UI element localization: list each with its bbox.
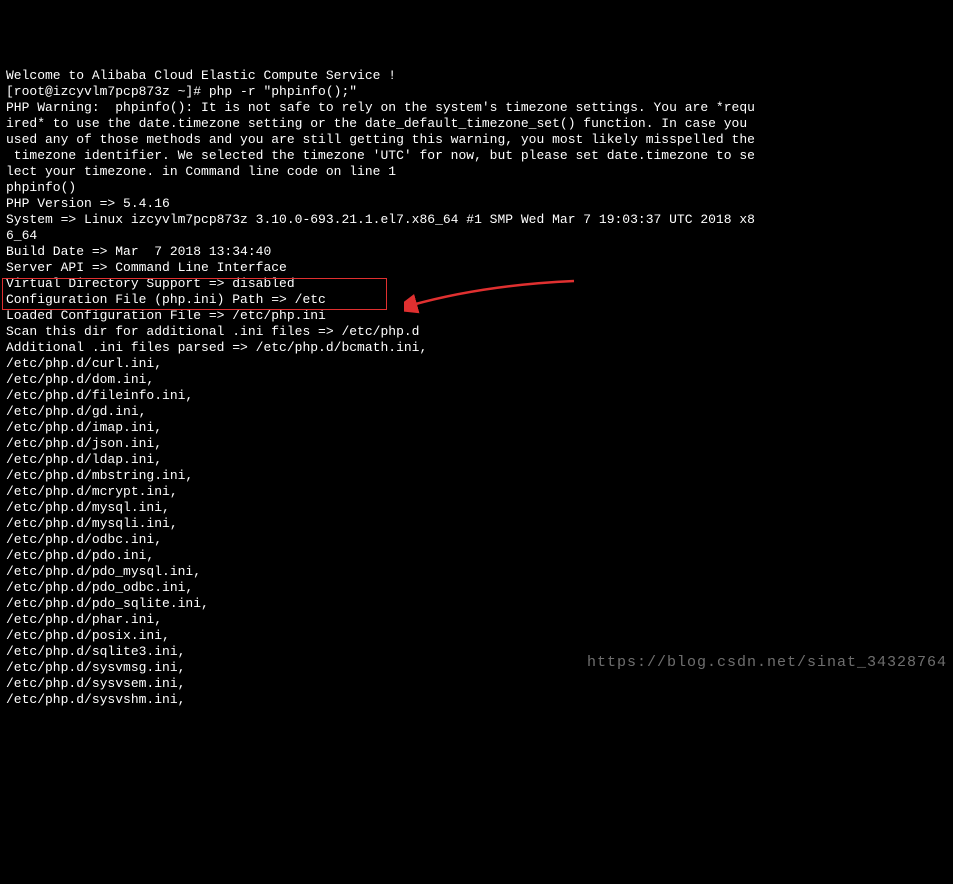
watermark-text: https://blog.csdn.net/sinat_34328764 <box>587 655 947 671</box>
terminal-line: /etc/php.d/curl.ini, <box>6 356 947 372</box>
terminal-line: Welcome to Alibaba Cloud Elastic Compute… <box>6 68 947 84</box>
terminal-output[interactable]: Welcome to Alibaba Cloud Elastic Compute… <box>6 68 947 708</box>
terminal-line: PHP Version => 5.4.16 <box>6 196 947 212</box>
terminal-line: /etc/php.d/posix.ini, <box>6 628 947 644</box>
terminal-line: /etc/php.d/pdo_odbc.ini, <box>6 580 947 596</box>
terminal-line: /etc/php.d/pdo_mysql.ini, <box>6 564 947 580</box>
terminal-line: 6_64 <box>6 228 947 244</box>
terminal-line: /etc/php.d/phar.ini, <box>6 612 947 628</box>
terminal-line: Build Date => Mar 7 2018 13:34:40 <box>6 244 947 260</box>
terminal-line: Configuration File (php.ini) Path => /et… <box>6 292 947 308</box>
terminal-line: ired* to use the date.timezone setting o… <box>6 116 947 132</box>
terminal-line: /etc/php.d/ldap.ini, <box>6 452 947 468</box>
terminal-line: [root@izcyvlm7pcp873z ~]# php -r "phpinf… <box>6 84 947 100</box>
terminal-line: /etc/php.d/sysvshm.ini, <box>6 692 947 708</box>
terminal-line: /etc/php.d/pdo_sqlite.ini, <box>6 596 947 612</box>
terminal-line: PHP Warning: phpinfo(): It is not safe t… <box>6 100 947 116</box>
terminal-line: /etc/php.d/mysql.ini, <box>6 500 947 516</box>
terminal-line: /etc/php.d/sysvsem.ini, <box>6 676 947 692</box>
terminal-line: /etc/php.d/json.ini, <box>6 436 947 452</box>
terminal-line: /etc/php.d/fileinfo.ini, <box>6 388 947 404</box>
terminal-line: /etc/php.d/mcrypt.ini, <box>6 484 947 500</box>
terminal-line: /etc/php.d/mbstring.ini, <box>6 468 947 484</box>
terminal-line: lect your timezone. in Command line code… <box>6 164 947 180</box>
terminal-line: /etc/php.d/dom.ini, <box>6 372 947 388</box>
terminal-line: phpinfo() <box>6 180 947 196</box>
terminal-line: Virtual Directory Support => disabled <box>6 276 947 292</box>
terminal-line: /etc/php.d/odbc.ini, <box>6 532 947 548</box>
terminal-line: Loaded Configuration File => /etc/php.in… <box>6 308 947 324</box>
terminal-line: /etc/php.d/pdo.ini, <box>6 548 947 564</box>
terminal-line: Scan this dir for additional .ini files … <box>6 324 947 340</box>
terminal-line: /etc/php.d/imap.ini, <box>6 420 947 436</box>
terminal-line: Additional .ini files parsed => /etc/php… <box>6 340 947 356</box>
terminal-line: /etc/php.d/gd.ini, <box>6 404 947 420</box>
terminal-line: System => Linux izcyvlm7pcp873z 3.10.0-6… <box>6 212 947 228</box>
terminal-line: timezone identifier. We selected the tim… <box>6 148 947 164</box>
terminal-line: Server API => Command Line Interface <box>6 260 947 276</box>
terminal-line: /etc/php.d/mysqli.ini, <box>6 516 947 532</box>
terminal-line: used any of those methods and you are st… <box>6 132 947 148</box>
